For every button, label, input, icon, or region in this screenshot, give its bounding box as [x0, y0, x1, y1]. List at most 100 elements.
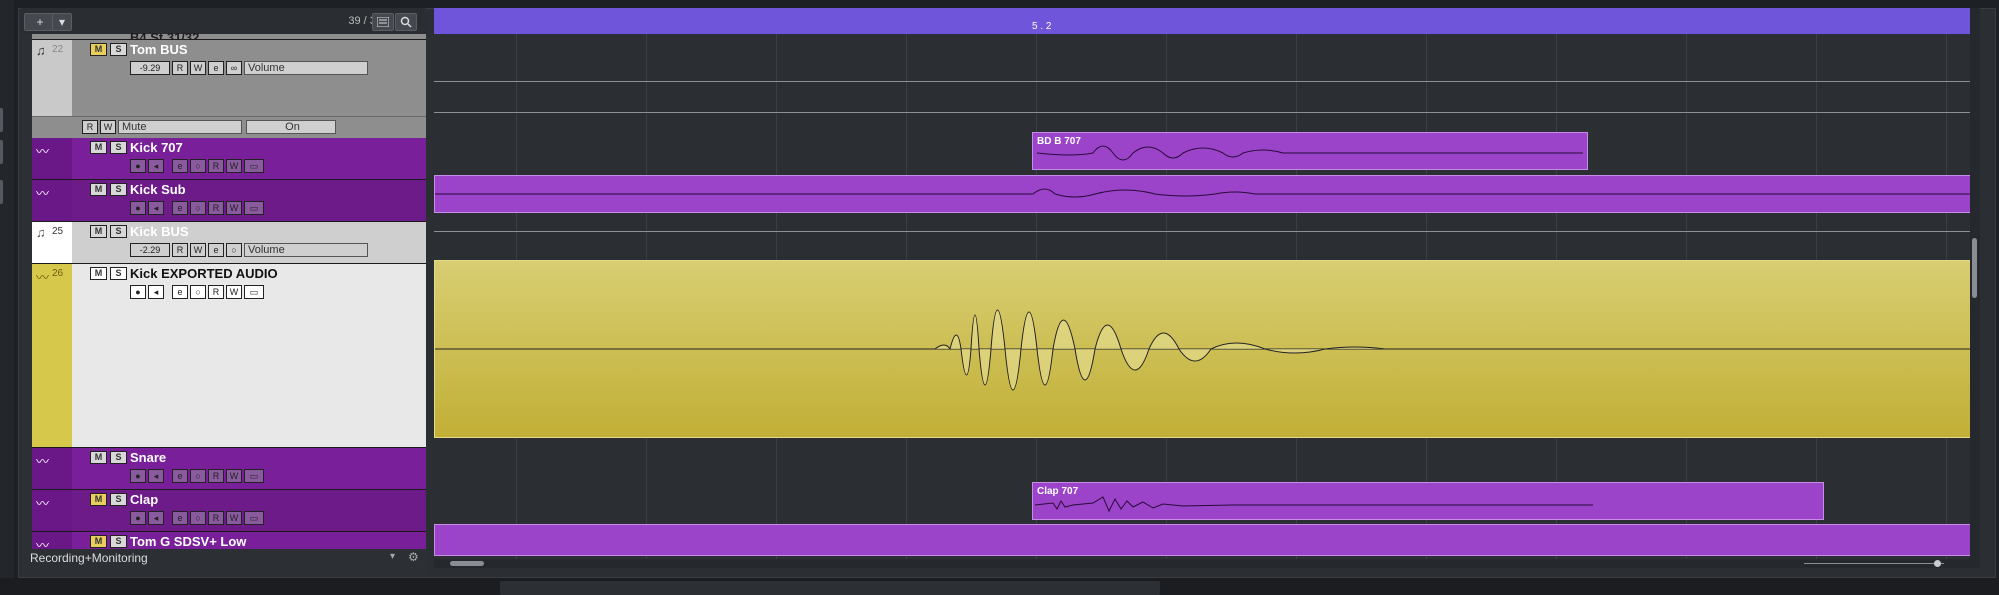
search-button[interactable] — [395, 13, 417, 31]
edge-handle[interactable] — [0, 108, 3, 132]
monitor-button[interactable]: ◂ — [148, 285, 164, 299]
track-row[interactable]: 〰 M S Snare ● ◂ e ○ R W ▭ — [32, 448, 426, 490]
solo-button[interactable]: S — [110, 43, 127, 56]
edit-icon[interactable]: e — [172, 159, 188, 173]
monitor-button[interactable]: ◂ — [148, 201, 164, 215]
edit-icon[interactable]: e — [172, 469, 188, 483]
vertical-scrollbar[interactable] — [1970, 8, 1980, 568]
chevron-down-icon[interactable]: ▾ — [390, 551, 395, 562]
track-row[interactable]: ♫ 22 M S Tom BUS -9.29 R W e ∞ Volume R … — [32, 40, 426, 139]
track-visibility-button[interactable] — [372, 13, 394, 31]
lane-write-button[interactable]: W — [100, 120, 116, 134]
mute-button[interactable]: M — [90, 451, 107, 464]
edit-icon[interactable]: e — [172, 285, 188, 299]
read-button[interactable]: R — [172, 61, 188, 75]
lanes-icon[interactable]: ▭ — [244, 285, 264, 299]
read-button[interactable]: R — [208, 201, 224, 215]
audio-event[interactable]: Clap 707 — [1032, 482, 1824, 520]
record-button[interactable]: ● — [130, 511, 146, 525]
write-button[interactable]: W — [190, 243, 206, 257]
record-button[interactable]: ● — [130, 201, 146, 215]
freeze-icon[interactable]: ○ — [190, 285, 206, 299]
lanes-icon[interactable]: ▭ — [244, 511, 264, 525]
read-button[interactable]: R — [208, 285, 224, 299]
solo-button[interactable]: S — [110, 535, 127, 548]
audio-event[interactable] — [434, 524, 1979, 556]
audio-event-selected[interactable] — [434, 260, 1979, 438]
edit-icon[interactable]: e — [208, 61, 224, 75]
ruler[interactable]: 5 . 2 — [434, 8, 1979, 34]
mute-button[interactable]: M — [90, 43, 107, 56]
record-button[interactable]: ● — [130, 285, 146, 299]
solo-button[interactable]: S — [110, 267, 127, 280]
solo-button[interactable]: S — [110, 141, 127, 154]
monitor-button[interactable]: ◂ — [148, 159, 164, 173]
write-button[interactable]: W — [190, 61, 206, 75]
audio-event[interactable]: BD B 707 — [1032, 132, 1588, 170]
mute-button[interactable]: M — [90, 493, 107, 506]
mute-button[interactable]: M — [90, 267, 107, 280]
lanes-icon[interactable]: ▭ — [244, 201, 264, 215]
mute-button[interactable]: M — [90, 225, 107, 238]
track-row[interactable]: 〰 M S Kick 707 ● ◂ e ○ R W ▭ — [32, 138, 426, 180]
solo-button[interactable]: S — [110, 493, 127, 506]
read-button[interactable]: R — [208, 511, 224, 525]
add-track-dropdown-button[interactable]: ▾ — [52, 13, 72, 31]
freeze-icon[interactable]: ○ — [226, 243, 242, 257]
monitor-button[interactable]: ◂ — [148, 469, 164, 483]
horizontal-scroll-thumb[interactable] — [450, 561, 484, 566]
horizontal-scrollbar[interactable] — [434, 559, 1979, 568]
write-button[interactable]: W — [226, 285, 242, 299]
write-button[interactable]: W — [226, 511, 242, 525]
transport-controls[interactable] — [500, 581, 1160, 595]
write-button[interactable]: W — [226, 159, 242, 173]
mute-button[interactable]: M — [90, 535, 107, 548]
read-button[interactable]: R — [208, 159, 224, 173]
lane-read-button[interactable]: R — [82, 120, 98, 134]
edge-handle[interactable] — [0, 180, 3, 204]
audio-event[interactable] — [434, 175, 1979, 213]
read-button[interactable]: R — [172, 243, 188, 257]
solo-button[interactable]: S — [110, 451, 127, 464]
volume-value[interactable]: -9.29 — [130, 61, 170, 75]
automation-curve[interactable] — [434, 112, 1979, 113]
automation-param-select[interactable]: Volume — [244, 61, 368, 75]
freeze-icon[interactable]: ○ — [190, 159, 206, 173]
track-row[interactable]: 〰 M S Kick Sub ● ◂ e ○ R W ▭ — [32, 180, 426, 222]
mute-button[interactable]: M — [90, 183, 107, 196]
automation-curve[interactable] — [434, 81, 1979, 82]
edit-icon[interactable]: e — [172, 201, 188, 215]
automation-curve[interactable] — [434, 231, 1979, 232]
event-display[interactable]: 5 . 2 BD B 707 Clap 707 — [434, 8, 1979, 568]
preset-label[interactable]: Recording+Monitoring — [30, 551, 148, 565]
track-row[interactable]: 〰 M S Clap ● ◂ e ○ R W ▭ — [32, 490, 426, 532]
zoom-slider-handle[interactable] — [1934, 560, 1941, 567]
edge-handle[interactable] — [0, 140, 3, 164]
gear-icon[interactable]: ⚙ — [408, 550, 419, 564]
write-button[interactable]: W — [226, 469, 242, 483]
record-button[interactable]: ● — [130, 469, 146, 483]
lane-param-select[interactable]: Mute — [118, 120, 242, 134]
solo-button[interactable]: S — [110, 183, 127, 196]
monitor-button[interactable]: ◂ — [148, 511, 164, 525]
link-icon[interactable]: ∞ — [226, 61, 242, 75]
zoom-slider[interactable] — [1804, 563, 1944, 564]
lanes-icon[interactable]: ▭ — [244, 469, 264, 483]
write-button[interactable]: W — [226, 201, 242, 215]
freeze-icon[interactable]: ○ — [190, 201, 206, 215]
vertical-scroll-thumb[interactable] — [1972, 238, 1977, 298]
record-button[interactable]: ● — [130, 159, 146, 173]
lanes-icon[interactable]: ▭ — [244, 159, 264, 173]
volume-value[interactable]: -2.29 — [130, 243, 170, 257]
automation-param-select[interactable]: Volume — [244, 243, 368, 257]
edit-icon[interactable]: e — [172, 511, 188, 525]
track-row-selected[interactable]: 〰 26 M S Kick EXPORTED AUDIO ● ◂ e ○ R W… — [32, 264, 426, 448]
edit-icon[interactable]: e — [208, 243, 224, 257]
mute-button[interactable]: M — [90, 141, 107, 154]
freeze-icon[interactable]: ○ — [190, 511, 206, 525]
lane-value-field[interactable]: On — [246, 120, 336, 134]
read-button[interactable]: R — [208, 469, 224, 483]
freeze-icon[interactable]: ○ — [190, 469, 206, 483]
solo-button[interactable]: S — [110, 225, 127, 238]
track-row[interactable]: ♫ 25 M S Kick BUS -2.29 R W e ○ Volume — [32, 222, 426, 264]
